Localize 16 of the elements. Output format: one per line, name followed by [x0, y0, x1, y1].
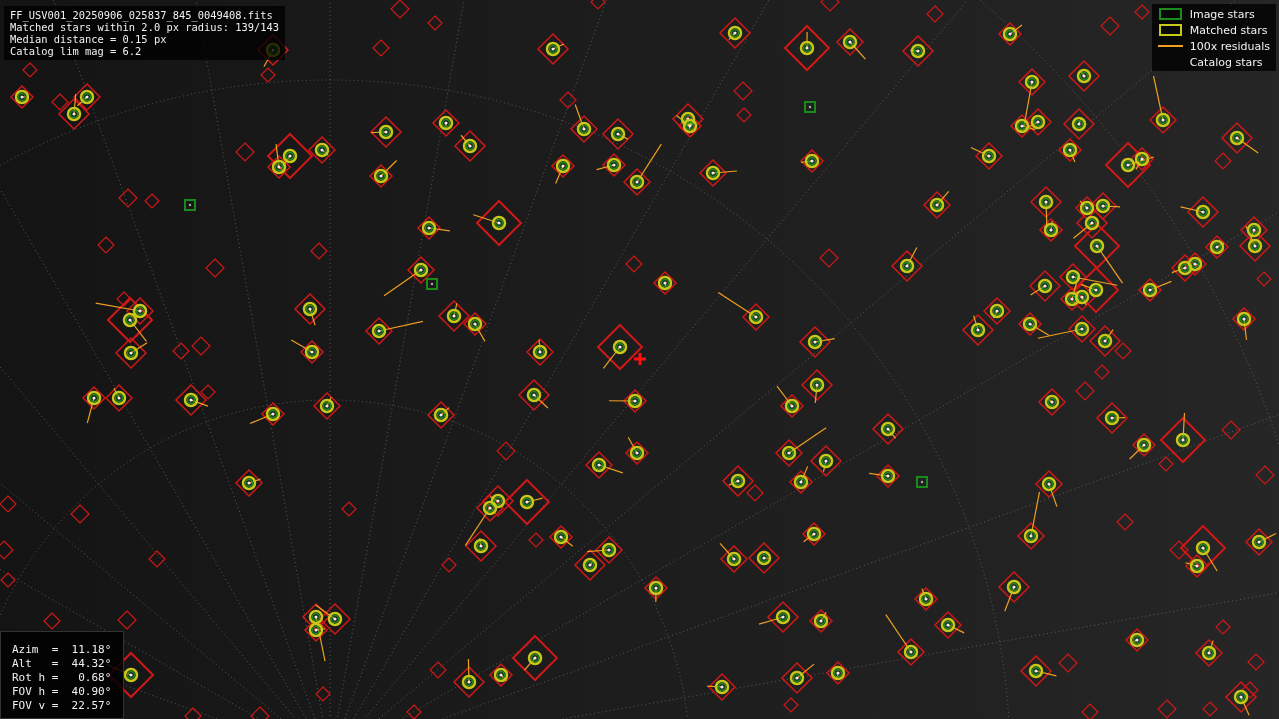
- legend-label: Matched stars: [1189, 23, 1268, 37]
- legend-label: Image stars: [1189, 7, 1255, 21]
- legend-label: 100x residuals: [1189, 39, 1270, 53]
- pointing-text: Alt = 44.32°: [12, 657, 112, 670]
- pointing-text: FOV v = 22.57°: [12, 699, 112, 712]
- square-outline-icon: [1158, 8, 1182, 20]
- info-text: FF_USV001_20250906_025837_845_0049408.fits: [10, 9, 274, 21]
- legend-label: Catalog stars: [1189, 55, 1263, 69]
- pointing-text: Rot h = 0.68°: [12, 671, 112, 684]
- pointing-text: Azim = 11.18°: [12, 643, 112, 656]
- info-text: Median distance = 0.15 px: [10, 33, 168, 45]
- line-icon: [1157, 45, 1183, 47]
- pointing-text: FOV h = 40.90°: [12, 685, 112, 698]
- info-text: Catalog lim mag = 6.2: [10, 45, 143, 57]
- info-text: Matched stars within 2.0 px radius: 139/143: [10, 21, 279, 33]
- square-outline-icon: [1158, 24, 1182, 36]
